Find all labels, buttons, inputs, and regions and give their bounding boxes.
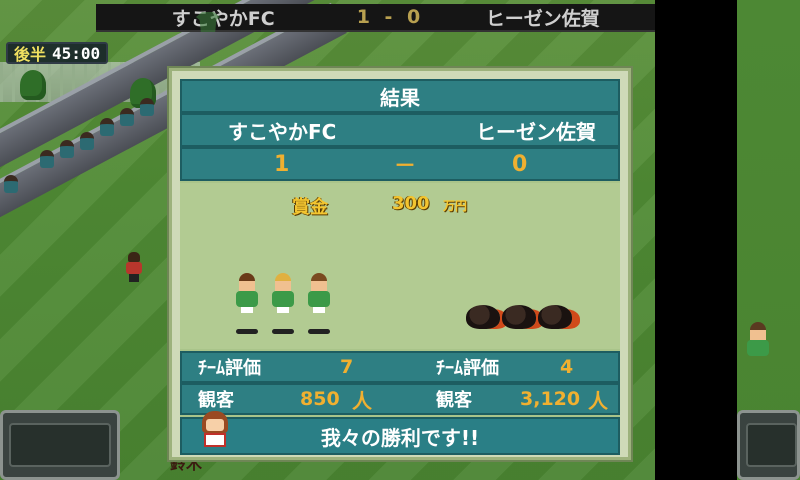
spectator xyxy=(80,132,94,150)
command-frame-right[interactable] xyxy=(737,410,800,480)
match-timer: 後半 45:00 xyxy=(6,42,109,64)
result-title: 結果 xyxy=(380,85,420,110)
scoreboard: すこやかFC 1 - 0 ヒーゼン佐賀 xyxy=(96,4,655,32)
result-message: 我々の勝利です!! xyxy=(320,425,480,450)
team-evaluation-row: ﾁｰﾑ評価 7 ﾁｰﾑ評価 4 xyxy=(180,351,620,383)
home-eval-value: 7 xyxy=(340,356,354,378)
result-away-team: ヒーゼン佐賀 xyxy=(476,119,596,144)
home-eval-label: ﾁｰﾑ評価 xyxy=(198,358,261,379)
prize-value: 300 xyxy=(392,193,430,214)
spectator xyxy=(100,118,114,136)
away-eval-value: 4 xyxy=(560,356,574,378)
result-panel[interactable]: 結果 すこやかFC ヒーゼン佐賀 1 － 0 賞金 300 万円 ﾁｰﾑ評価 7… xyxy=(169,68,631,460)
celebration-area: 賞金 300 万円 xyxy=(180,183,620,349)
side-bar xyxy=(655,0,737,480)
scoreboard-home-team: すこやかFC xyxy=(171,7,275,30)
spectator xyxy=(40,150,54,168)
tree-icon xyxy=(20,70,46,100)
spectator xyxy=(120,108,134,126)
defeated-player-sprite xyxy=(538,305,572,329)
score-row: 1 － 0 xyxy=(180,147,620,181)
player-sprite xyxy=(747,322,769,378)
pitch-background-right xyxy=(737,0,800,480)
away-crowd-unit: 人 xyxy=(588,388,608,413)
away-crowd-label: 観客 xyxy=(436,390,472,411)
scoreboard-away-team: ヒーゼン佐賀 xyxy=(485,7,600,30)
result-away-score: 0 xyxy=(512,151,528,177)
spectator xyxy=(140,98,154,116)
scoreboard-score: 1 - 0 xyxy=(356,6,425,28)
result-home-score: 1 xyxy=(274,151,290,177)
spectator xyxy=(60,140,74,158)
half-indicator: 後半 xyxy=(14,45,47,64)
score-dash: － xyxy=(394,154,417,179)
prize-label: 賞金 xyxy=(292,197,328,218)
manager-avatar xyxy=(202,411,228,457)
result-home-team: すこやかFC xyxy=(228,119,337,144)
prize-unit: 万円 xyxy=(443,199,468,213)
defeated-player-sprite xyxy=(502,305,536,329)
home-player-sprite xyxy=(308,273,330,334)
team-names-row: すこやかFC ヒーゼン佐賀 xyxy=(180,113,620,147)
home-crowd-label: 観客 xyxy=(198,390,234,411)
attendance-row: 観客 850 人 観客 3,120 人 xyxy=(180,383,620,415)
result-message-row[interactable]: 我々の勝利です!! xyxy=(180,417,620,455)
command-frame-left[interactable] xyxy=(0,410,120,480)
result-title-row: 結果 xyxy=(180,79,620,113)
defeated-player-sprite xyxy=(466,305,500,329)
home-crowd-value: 850 xyxy=(300,388,340,410)
opponent-player-sprite xyxy=(126,252,142,282)
away-eval-label: ﾁｰﾑ評価 xyxy=(436,358,499,379)
spectator xyxy=(4,175,18,193)
time-display: 45:00 xyxy=(52,43,101,63)
away-crowd-value: 3,120 xyxy=(520,388,581,410)
home-player-sprite xyxy=(272,273,294,334)
home-crowd-unit: 人 xyxy=(352,388,372,413)
home-player-sprite xyxy=(236,273,258,334)
